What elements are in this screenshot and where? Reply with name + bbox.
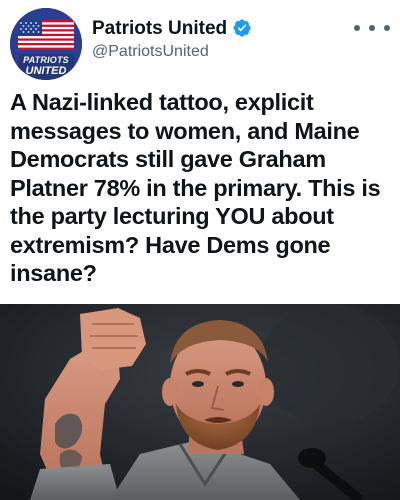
more-dot	[369, 25, 375, 31]
photo-man-raising-fist	[0, 304, 400, 500]
tweet-card[interactable]: PATRIOTS UNITED Patriots United @Patriot…	[0, 0, 400, 500]
avatar[interactable]: PATRIOTS UNITED	[10, 8, 82, 80]
tweet-text: A Nazi-linked tattoo, explicit messages …	[10, 89, 381, 286]
more-dot	[354, 25, 360, 31]
tweet-media-photo[interactable]	[0, 304, 400, 500]
more-dot	[384, 25, 390, 31]
more-options-icon[interactable]	[354, 18, 390, 38]
avatar-text-line1: PATRIOTS	[23, 55, 69, 65]
avatar-text-line2: UNITED	[25, 65, 67, 77]
tweet-header: PATRIOTS UNITED Patriots United @Patriot…	[0, 0, 400, 84]
verified-badge-icon	[232, 18, 252, 38]
display-name[interactable]: Patriots United	[92, 19, 227, 38]
account-handle[interactable]: @PatriotsUnited	[92, 44, 209, 60]
name-row: Patriots United	[92, 18, 252, 38]
